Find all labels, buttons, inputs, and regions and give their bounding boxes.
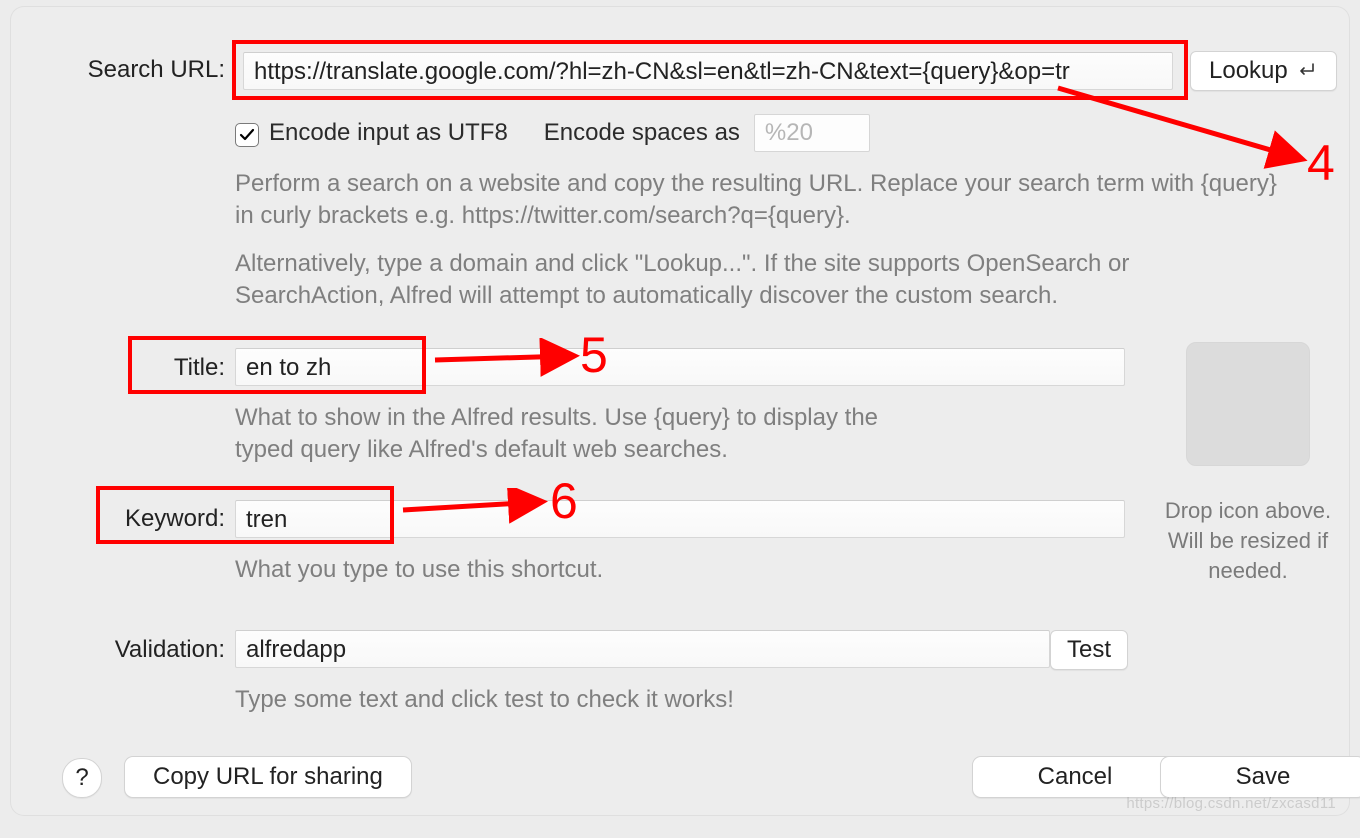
keyword-input[interactable]: tren [235, 500, 1125, 538]
custom-search-dialog: Search URL: https://translate.google.com… [10, 6, 1350, 816]
copy-url-button[interactable]: Copy URL for sharing [124, 756, 412, 798]
cancel-button[interactable]: Cancel [972, 756, 1178, 798]
keyword-label: Keyword: [10, 505, 225, 533]
encode-spaces-label: Encode spaces as [544, 119, 740, 147]
icon-drop-caption: Drop icon above. Will be resized if need… [1158, 496, 1338, 586]
validation-input[interactable]: alfredapp [235, 630, 1050, 668]
test-button[interactable]: Test [1050, 630, 1128, 670]
watermark: https://blog.csdn.net/zxcasd11 [1126, 795, 1336, 812]
help-button[interactable]: ? [62, 758, 102, 798]
annotation-arrow-4 [1048, 78, 1318, 178]
validation-help: Type some text and click test to check i… [235, 684, 734, 716]
lookup-button[interactable]: Lookup [1190, 51, 1337, 91]
search-url-help-2: Alternatively, type a domain and click "… [235, 248, 1285, 312]
icon-drop-well[interactable] [1186, 342, 1310, 466]
encode-utf8-checkbox[interactable]: Encode input as UTF8 [235, 119, 508, 147]
validation-label: Validation: [10, 636, 225, 664]
title-help: What to show in the Alfred results. Use … [235, 402, 935, 466]
lookup-button-label: Lookup [1209, 57, 1288, 85]
checkmark-icon [235, 123, 259, 147]
search-url-label: Search URL: [10, 56, 225, 84]
return-icon [1294, 61, 1318, 81]
search-url-help-1: Perform a search on a website and copy t… [235, 168, 1285, 232]
save-button[interactable]: Save [1160, 756, 1360, 798]
title-input[interactable]: en to zh [235, 348, 1125, 386]
encode-spaces-input[interactable]: %20 [754, 114, 870, 152]
annotation-number-4: 4 [1307, 134, 1335, 192]
keyword-help: What you type to use this shortcut. [235, 554, 603, 586]
encode-utf8-label: Encode input as UTF8 [269, 119, 508, 147]
title-label: Title: [10, 354, 225, 382]
search-url-input[interactable]: https://translate.google.com/?hl=zh-CN&s… [243, 52, 1173, 90]
